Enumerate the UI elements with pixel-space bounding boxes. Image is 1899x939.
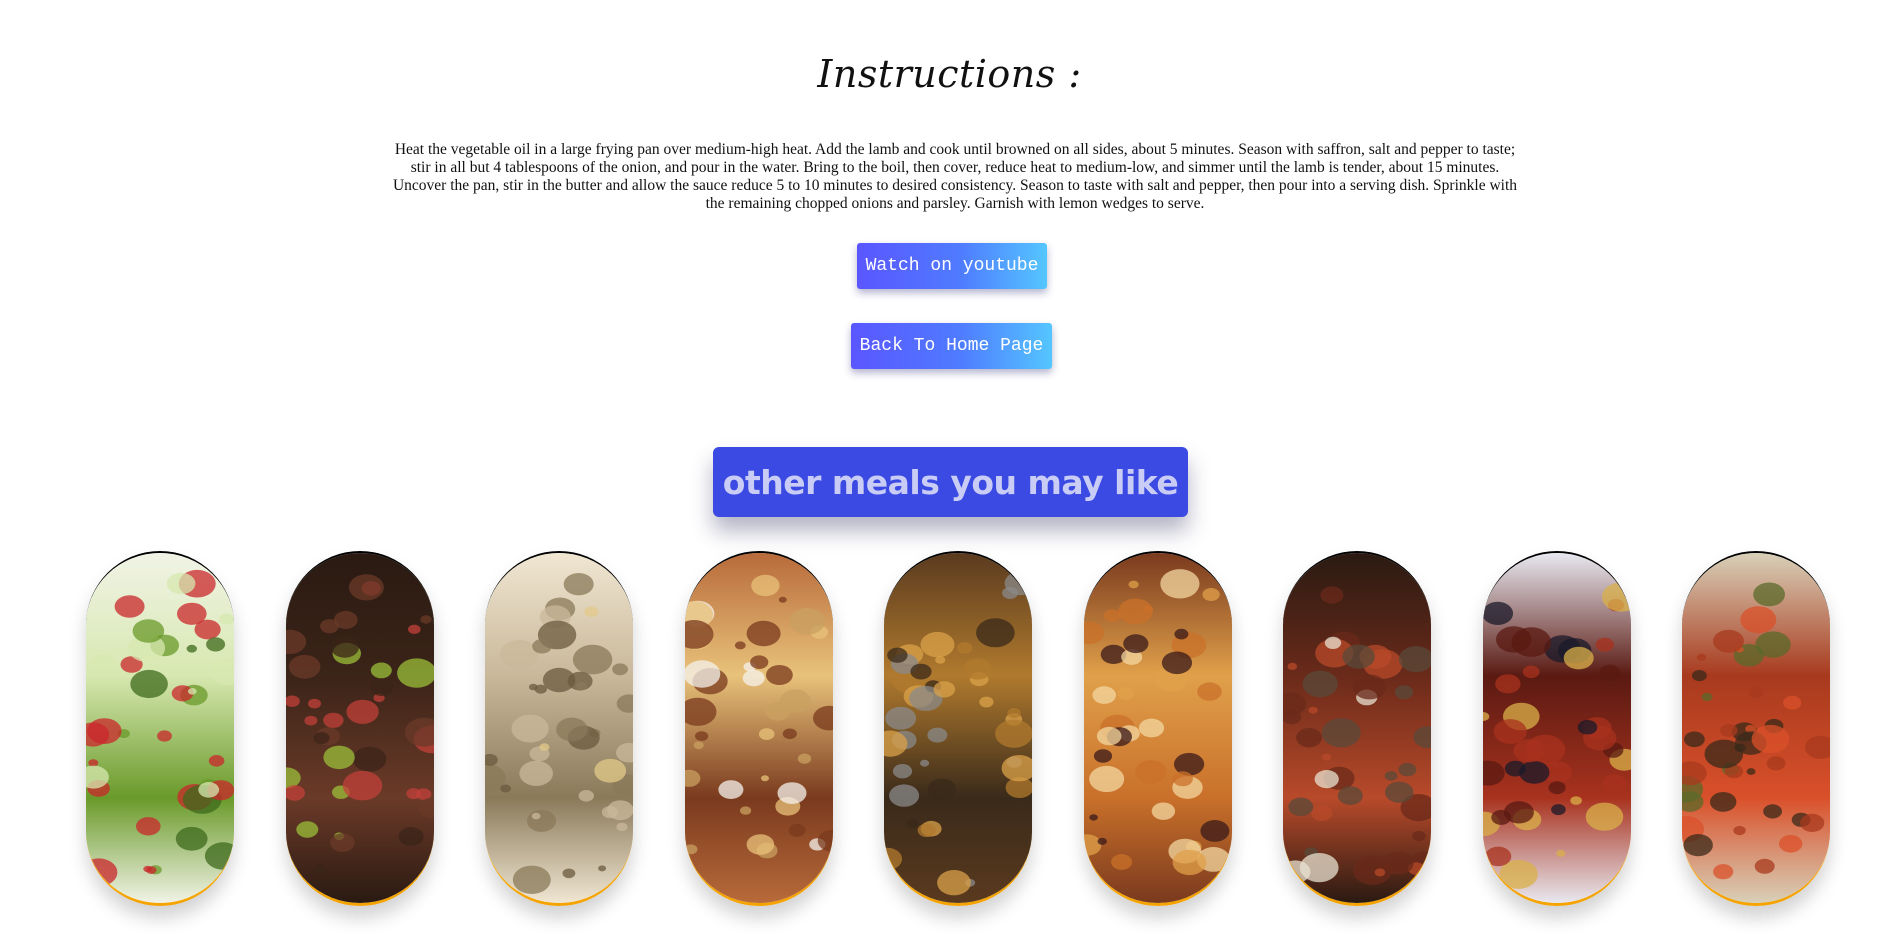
meal-image	[1682, 553, 1830, 903]
meal-card-rice-raisins[interactable]	[1084, 551, 1232, 906]
meal-card-stuffed-leaves[interactable]	[1682, 551, 1830, 906]
back-to-home-button[interactable]: Back To Home Page	[851, 323, 1052, 369]
meal-card-stew-rice[interactable]	[1283, 551, 1431, 906]
meal-card-chicken-potatoes[interactable]	[485, 551, 633, 906]
meal-card-meat-pie[interactable]	[685, 551, 833, 906]
meal-image	[286, 553, 434, 903]
watch-on-youtube-button[interactable]: Watch on youtube	[857, 243, 1047, 289]
meal-image	[485, 553, 633, 903]
meal-card-salad-jalapeno[interactable]	[86, 551, 234, 906]
page: Instructions : Heat the vegetable oil in…	[0, 0, 1899, 939]
meal-card-biryani[interactable]	[884, 551, 1032, 906]
other-meals-heading: other meals you may like	[713, 447, 1188, 517]
meal-card-lamb-shank-chickpea[interactable]	[1483, 551, 1631, 906]
instructions-title: Instructions :	[817, 52, 1082, 96]
meal-image	[884, 553, 1032, 903]
instructions-text: Heat the vegetable oil in a large frying…	[392, 141, 1517, 212]
meal-image	[1084, 553, 1232, 903]
meal-image	[1483, 553, 1631, 903]
meal-image	[1283, 553, 1431, 903]
meal-image	[86, 553, 234, 903]
meal-card-lamb-pistachio[interactable]	[286, 551, 434, 906]
meal-image	[685, 553, 833, 903]
